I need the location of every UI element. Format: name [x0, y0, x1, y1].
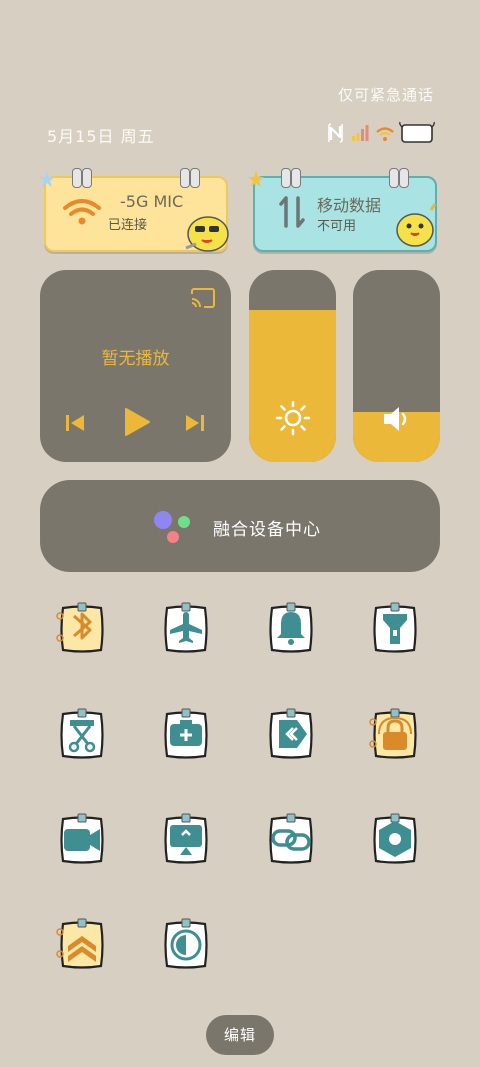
cartoon-bird-icon [185, 216, 229, 252]
toggle-bluetooth[interactable] [56, 602, 108, 656]
toggle-performance[interactable] [56, 918, 108, 972]
wifi-icon [63, 199, 101, 225]
toggle-screen-cast[interactable] [160, 813, 212, 867]
date-text: 5月15日 周五 [47, 127, 155, 146]
data-arrows-icon [279, 196, 305, 228]
video-icon [64, 829, 100, 851]
media-status-text: 暂无播放 [101, 349, 170, 369]
mobile-data-tile[interactable]: 移动数据 不可用 [248, 168, 437, 252]
battery-icon [399, 121, 435, 143]
previous-track-icon[interactable] [64, 412, 86, 434]
cartoon-bird-icon [396, 203, 437, 247]
nfc-icon [328, 123, 343, 143]
toggle-notification[interactable] [265, 602, 317, 656]
edit-button[interactable]: 编辑 [206, 1015, 274, 1055]
wifi-name: -5G MIC [120, 192, 184, 211]
toggle-rotation-lock[interactable] [369, 708, 421, 762]
sun-icon [275, 400, 311, 436]
next-track-icon[interactable] [184, 412, 206, 434]
toggle-airplane[interactable] [160, 602, 212, 656]
status-icons [328, 120, 438, 148]
play-icon[interactable] [122, 406, 152, 438]
speaker-icon [384, 407, 407, 431]
brightness-slider[interactable] [249, 270, 336, 462]
wifi-status-icon [376, 127, 394, 141]
star-icon [248, 171, 264, 187]
mobile-data-status: 不可用 [317, 219, 357, 234]
toggle-flashlight[interactable] [369, 602, 421, 656]
toggle-share[interactable] [265, 708, 317, 762]
signal-icon [352, 125, 369, 141]
wifi-tile[interactable]: -5G MIC 已连接 [39, 168, 229, 252]
cast-icon[interactable] [190, 288, 216, 310]
toggle-hotspot[interactable] [265, 813, 317, 867]
toggle-nfc[interactable] [369, 813, 421, 867]
fusion-device-center-label: 融合设备中心 [213, 520, 321, 540]
star-icon [39, 171, 55, 187]
emergency-calls-only-text: 仅可紧急通话 [337, 86, 434, 104]
toggle-battery-saver[interactable] [160, 708, 212, 762]
toggle-screen-record[interactable] [56, 813, 108, 867]
toggle-screenshot[interactable] [56, 708, 108, 762]
mobile-data-title: 移动数据 [317, 196, 382, 215]
brightness-fill [249, 310, 336, 462]
volume-slider[interactable] [353, 270, 440, 462]
assistant-dots-icon [154, 511, 190, 543]
wifi-status: 已连接 [108, 218, 148, 233]
toggle-dark-mode[interactable] [160, 918, 212, 972]
